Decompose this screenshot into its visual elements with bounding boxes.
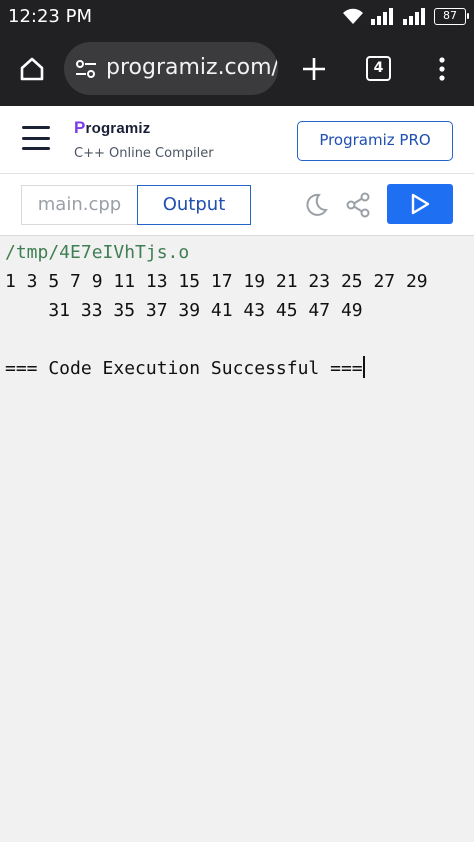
plus-icon	[303, 58, 325, 80]
text-cursor	[362, 356, 365, 378]
status-icons: 87	[342, 6, 469, 26]
site-header: Programiz C++ Online Compiler Programiz …	[0, 106, 474, 174]
wifi-icon	[343, 8, 363, 24]
status-time: 12:23 PM	[8, 6, 92, 27]
execution-status: === Code Execution Successful ===	[5, 358, 363, 379]
status-bar: 12:23 PM 87	[0, 0, 474, 32]
brand[interactable]: Programiz C++ Online Compiler	[74, 118, 214, 161]
address-bar[interactable]: programiz.com/cpp-programming/online-com…	[64, 42, 278, 95]
home-button[interactable]	[14, 51, 50, 87]
menu-icon[interactable]	[22, 126, 50, 150]
play-icon	[411, 193, 430, 215]
programiz-pro-button[interactable]: Programiz PRO	[297, 121, 453, 161]
signal-icon	[371, 8, 393, 25]
new-tab-button[interactable]	[296, 51, 332, 87]
battery-indicator: 87	[434, 7, 469, 25]
run-button[interactable]	[387, 184, 453, 224]
url-text[interactable]: programiz.com/cpp-programming/online-com…	[106, 55, 278, 80]
share-icon[interactable]	[344, 191, 372, 219]
output-blank-line	[5, 325, 474, 354]
output-line: 1 3 5 7 9 11 13 15 17 19 21 23 25 27 29	[5, 271, 428, 292]
programiz-logo: Programiz	[74, 118, 151, 137]
output-console[interactable]: /tmp/4E7eIVhTjs.o 1 3 5 7 9 11 13 15 17 1…	[0, 237, 474, 842]
tab-output[interactable]: Output	[137, 185, 251, 225]
output-line: 31 33 35 37 39 41 43 45 47 49	[5, 300, 363, 321]
compiler-subtitle: C++ Online Compiler	[74, 146, 214, 161]
signal-icon-2	[403, 8, 425, 25]
browser-toolbar: programiz.com/cpp-programming/online-com…	[0, 32, 474, 106]
output-status-line: === Code Execution Successful ===	[5, 354, 474, 383]
more-vert-icon	[439, 57, 445, 81]
tab-switcher-button[interactable]: 4	[366, 56, 391, 81]
tune-icon[interactable]	[74, 57, 98, 81]
browser-menu-button[interactable]	[428, 51, 456, 87]
tab-main-cpp[interactable]: main.cpp	[21, 185, 137, 225]
moon-icon[interactable]	[302, 191, 330, 219]
home-icon	[20, 57, 44, 81]
output-path: /tmp/4E7eIVhTjs.o	[5, 242, 190, 263]
